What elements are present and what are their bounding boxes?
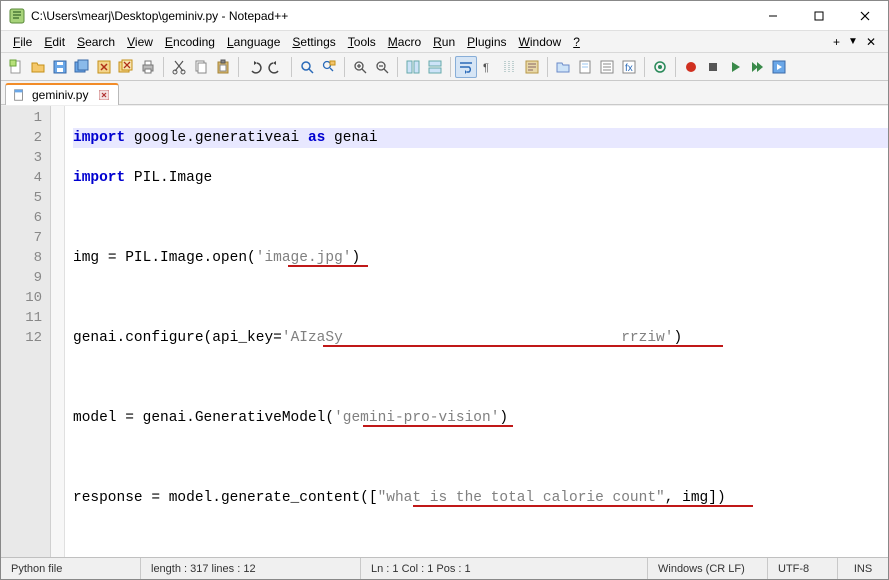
menubar-dropdown-button[interactable]: ▼ — [848, 36, 858, 47]
menu-search[interactable]: Search — [71, 33, 121, 51]
menu-run[interactable]: Run — [427, 33, 461, 51]
status-position: Ln : 1 Col : 1 Pos : 1 — [361, 558, 648, 579]
status-encoding[interactable]: UTF-8 — [768, 558, 838, 579]
status-language: Python file — [1, 558, 141, 579]
play-multi-button[interactable] — [746, 56, 768, 78]
zoom-in-button[interactable] — [349, 56, 371, 78]
tabbar: geminiv.py — [1, 81, 888, 105]
monitor-button[interactable] — [649, 56, 671, 78]
file-icon — [12, 88, 26, 102]
open-file-button[interactable] — [27, 56, 49, 78]
menu-help[interactable]: ? — [567, 33, 586, 51]
menu-edit[interactable]: Edit — [38, 33, 71, 51]
menu-tools[interactable]: Tools — [342, 33, 382, 51]
window-title: C:\Users\mearj\Desktop\geminiv.py - Note… — [31, 9, 288, 23]
replace-button[interactable] — [318, 56, 340, 78]
menu-encoding[interactable]: Encoding — [159, 33, 221, 51]
save-macro-button[interactable] — [768, 56, 790, 78]
doc-map-button[interactable] — [574, 56, 596, 78]
editor: 123456789101112 import google.generative… — [1, 105, 888, 557]
func-list-button[interactable]: fx — [618, 56, 640, 78]
fold-margin — [51, 106, 65, 557]
stop-macro-button[interactable] — [702, 56, 724, 78]
folder-as-ws-button[interactable] — [552, 56, 574, 78]
wordwrap-button[interactable] — [455, 56, 477, 78]
lang-udl-button[interactable] — [521, 56, 543, 78]
show-all-chars-button[interactable]: ¶ — [477, 56, 499, 78]
indent-guide-button[interactable] — [499, 56, 521, 78]
save-button[interactable] — [49, 56, 71, 78]
app-icon — [9, 8, 25, 24]
new-file-button[interactable] — [5, 56, 27, 78]
zoom-out-button[interactable] — [371, 56, 393, 78]
menu-view[interactable]: View — [121, 33, 159, 51]
code-area[interactable]: import google.generativeai as genai impo… — [65, 106, 888, 557]
status-eol[interactable]: Windows (CR LF) — [648, 558, 768, 579]
menubar-plus-button[interactable]: + — [833, 35, 840, 49]
undo-button[interactable] — [243, 56, 265, 78]
record-macro-button[interactable] — [680, 56, 702, 78]
find-button[interactable] — [296, 56, 318, 78]
menu-settings[interactable]: Settings — [286, 33, 341, 51]
print-button[interactable] — [137, 56, 159, 78]
maximize-button[interactable] — [796, 1, 842, 31]
save-all-button[interactable] — [71, 56, 93, 78]
tab-close-button[interactable] — [98, 89, 110, 101]
statusbar: Python file length : 317 lines : 12 Ln :… — [1, 557, 888, 579]
menubar-close-button[interactable]: ✕ — [866, 35, 876, 49]
sync-h-button[interactable] — [424, 56, 446, 78]
app-window: C:\Users\mearj\Desktop\geminiv.py - Note… — [0, 0, 889, 580]
cut-button[interactable] — [168, 56, 190, 78]
play-macro-button[interactable] — [724, 56, 746, 78]
file-tab[interactable]: geminiv.py — [5, 83, 119, 105]
svg-text:fx: fx — [625, 63, 633, 74]
status-insert-mode[interactable]: INS — [838, 558, 888, 579]
paste-button[interactable] — [212, 56, 234, 78]
menu-language[interactable]: Language — [221, 33, 286, 51]
doc-list-button[interactable] — [596, 56, 618, 78]
minimize-button[interactable] — [750, 1, 796, 31]
status-length: length : 317 lines : 12 — [141, 558, 361, 579]
toolbar: ¶ fx — [1, 53, 888, 81]
menu-macro[interactable]: Macro — [382, 33, 427, 51]
svg-text:¶: ¶ — [483, 62, 489, 74]
line-gutter: 123456789101112 — [1, 106, 51, 557]
tab-filename: geminiv.py — [32, 88, 88, 102]
redo-button[interactable] — [265, 56, 287, 78]
sync-v-button[interactable] — [402, 56, 424, 78]
copy-button[interactable] — [190, 56, 212, 78]
menu-file[interactable]: File — [7, 33, 38, 51]
close-all-button[interactable] — [115, 56, 137, 78]
close-file-button[interactable] — [93, 56, 115, 78]
menu-window[interactable]: Window — [513, 33, 568, 51]
close-button[interactable] — [842, 1, 888, 31]
menu-plugins[interactable]: Plugins — [461, 33, 512, 51]
titlebar: C:\Users\mearj\Desktop\geminiv.py - Note… — [1, 1, 888, 31]
menubar: File Edit Search View Encoding Language … — [1, 31, 888, 53]
